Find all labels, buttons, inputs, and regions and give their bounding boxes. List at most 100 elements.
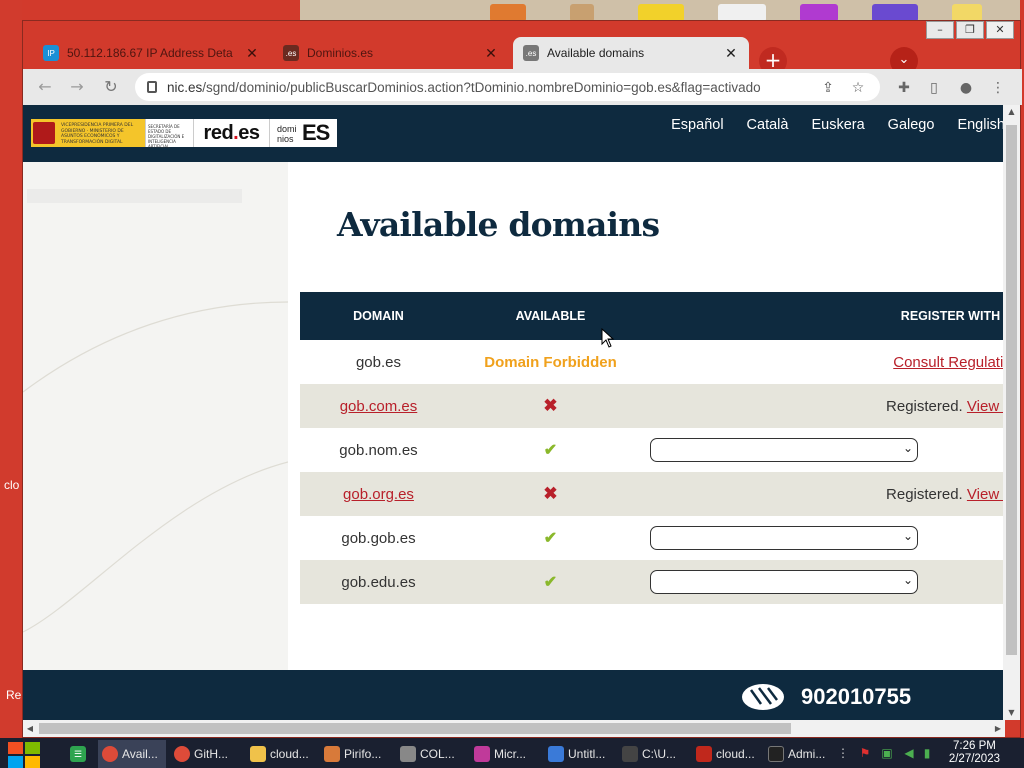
kebab-menu-icon[interactable]: ⋮ xyxy=(987,77,1009,99)
windows-logo-icon xyxy=(8,742,23,754)
ministry-logo: SECRETARÍA DE ESTADO DE DIGITALIZACIÓN E… xyxy=(145,119,193,149)
taskbar-clock[interactable]: 7:26 PM 2/27/2023 xyxy=(949,740,1000,766)
decorative-curves xyxy=(23,301,288,633)
availability-cell: ✔ xyxy=(457,428,644,472)
taskbar-item[interactable]: Pirifo... xyxy=(320,740,392,768)
scroll-left-arrow-icon[interactable]: ◀ xyxy=(23,720,37,737)
url-text[interactable]: nic.es/sgnd/dominio/publicBuscarDominios… xyxy=(167,80,807,95)
taskbar-item[interactable]: Avail... xyxy=(98,740,166,768)
lang-catala[interactable]: Català xyxy=(747,117,789,133)
browser-toolbar: ← → ↻ nic.es/sgnd/dominio/publicBuscarDo… xyxy=(23,69,1022,105)
extensions-puzzle-icon[interactable]: ✚ xyxy=(893,77,915,99)
tab-dominios[interactable]: .es Dominios.es ✕ xyxy=(273,37,509,69)
start-button[interactable] xyxy=(8,742,44,768)
table-row: gob.es Domain Forbidden Consult Regulati… xyxy=(300,340,1005,384)
taskbar-item[interactable]: COL... xyxy=(396,740,466,768)
lock-icon[interactable] xyxy=(147,81,157,93)
lang-espanol[interactable]: Español xyxy=(671,117,723,133)
tab-ip-address[interactable]: IP 50.112.186.67 IP Address Deta ✕ xyxy=(33,37,270,69)
domain-link[interactable]: gob.com.es xyxy=(340,398,418,415)
windows-logo-icon xyxy=(25,756,40,768)
taskbar-item[interactable]: Untitl... xyxy=(544,740,614,768)
view-details-link[interactable]: View do xyxy=(967,486,1005,503)
table-row: gob.org.es ✖ Registered. View do xyxy=(300,472,1005,516)
domain-link[interactable]: gob.org.es xyxy=(343,486,414,503)
taskbar-label: Untitl... xyxy=(568,747,606,761)
registrar-select[interactable]: ⌄ xyxy=(650,438,918,462)
registrar-select[interactable]: ⌄ xyxy=(650,570,918,594)
unavailable-cross-icon: ✖ xyxy=(543,396,558,415)
scroll-up-arrow-icon[interactable]: ▲ xyxy=(1003,105,1020,119)
horizontal-scroll-thumb[interactable] xyxy=(39,723,791,734)
windows-logo-icon xyxy=(25,742,40,754)
taskbar: ☰ Avail... GitH... cloud... Pirifo... CO… xyxy=(0,738,1024,768)
tray-indicator-icon[interactable]: ▮ xyxy=(920,746,934,760)
taskbar-label: cloud... xyxy=(270,747,309,761)
taskbar-item[interactable]: Micr... xyxy=(470,740,540,768)
volume-icon[interactable]: ◀ xyxy=(902,746,916,760)
editor-icon xyxy=(548,746,564,762)
vertical-scroll-thumb[interactable] xyxy=(1006,125,1017,655)
taskbar-label: COL... xyxy=(420,747,455,761)
lang-galego[interactable]: Galego xyxy=(888,117,935,133)
close-tab-icon[interactable]: ✕ xyxy=(723,45,739,62)
bookmark-star-icon[interactable]: ☆ xyxy=(847,77,869,99)
view-details-link[interactable]: View do xyxy=(967,398,1005,415)
taskbar-chat-app[interactable]: ☰ xyxy=(66,740,94,768)
horizontal-scrollbar[interactable]: ◀ ▶ xyxy=(23,720,1005,737)
forward-arrow-icon[interactable]: → xyxy=(65,75,89,99)
taskbar-label: Micr... xyxy=(494,747,526,761)
dominios-logo-small: domi nios xyxy=(277,124,297,144)
tab-title: Available domains xyxy=(547,46,645,60)
share-icon[interactable]: ⇪ xyxy=(817,77,839,99)
url-host: nic.es xyxy=(167,79,203,95)
taskbar-item[interactable]: C:\U... xyxy=(618,740,690,768)
tab-available-domains[interactable]: .es Available domains ✕ xyxy=(513,37,749,69)
tray-overflow-icon[interactable]: ⋮ xyxy=(836,746,850,760)
spain-government-logo: VICEPRESIDENCIA PRIMERA DEL GOBIERNO · M… xyxy=(31,119,145,147)
close-tab-icon[interactable]: ✕ xyxy=(483,45,499,62)
side-panel-icon[interactable]: ▯ xyxy=(923,77,945,99)
network-icon[interactable]: ▣ xyxy=(880,746,894,760)
table-header-row: DOMAIN AVAILABLE REGISTER WITH ... xyxy=(300,292,1005,340)
desktop-label-cloud[interactable]: clo xyxy=(4,478,19,492)
register-cell: Registered. View do xyxy=(644,472,1005,516)
chat-icon: ☰ xyxy=(70,746,86,762)
table-row: gob.gob.es ✔ ⌄ xyxy=(300,516,1005,560)
7zip-icon xyxy=(622,746,638,762)
taskbar-label: GitH... xyxy=(194,747,229,761)
desktop-label-recycle[interactable]: Re xyxy=(6,688,21,702)
flag-icon[interactable]: ⚑ xyxy=(858,746,872,760)
taskbar-item[interactable]: cloud... xyxy=(246,740,316,768)
page-title: Available domains xyxy=(337,205,660,244)
close-tab-icon[interactable]: ✕ xyxy=(244,45,260,62)
consult-regulation-link[interactable]: Consult Regulation xyxy=(893,354,1005,371)
lang-euskera[interactable]: Euskera xyxy=(811,117,864,133)
address-bar[interactable]: nic.es/sgnd/dominio/publicBuscarDominios… xyxy=(135,73,880,101)
footer-phone-number[interactable]: 902010755 xyxy=(801,684,911,710)
chevron-down-icon: ⌄ xyxy=(902,573,913,587)
domain-cell: gob.org.es xyxy=(300,472,457,516)
taskbar-item[interactable]: GitH... xyxy=(170,740,242,768)
collab-icon xyxy=(400,746,416,762)
reload-icon[interactable]: ↻ xyxy=(99,75,123,99)
scroll-right-arrow-icon[interactable]: ▶ xyxy=(991,720,1005,737)
registered-text: Registered. xyxy=(886,397,963,415)
logos-strip[interactable]: VICEPRESIDENCIA PRIMERA DEL GOBIERNO · M… xyxy=(31,119,337,149)
vertical-scrollbar[interactable]: ▲ ▼ xyxy=(1003,105,1020,720)
registered-text: Registered. xyxy=(886,485,963,503)
back-arrow-icon[interactable]: ← xyxy=(33,75,57,99)
table-row: gob.edu.es ✔ ⌄ xyxy=(300,560,1005,604)
profile-avatar-icon[interactable]: ● xyxy=(955,77,977,99)
scroll-down-arrow-icon[interactable]: ▼ xyxy=(1003,706,1020,720)
taskbar-item[interactable]: cloud... xyxy=(692,740,764,768)
registrar-select[interactable]: ⌄ xyxy=(650,526,918,550)
taskbar-item[interactable]: Admi... xyxy=(764,740,836,768)
lang-english[interactable]: English xyxy=(957,117,1005,133)
mouse-cursor-icon xyxy=(601,328,615,348)
piriform-icon xyxy=(324,746,340,762)
domain-cell: gob.com.es xyxy=(300,384,457,428)
site-footer: 902010755 xyxy=(23,670,1005,720)
availability-cell: Domain Forbidden xyxy=(457,340,644,384)
browser-window: – ❐ ✕ IP 50.112.186.67 IP Address Deta ✕… xyxy=(22,20,1022,738)
